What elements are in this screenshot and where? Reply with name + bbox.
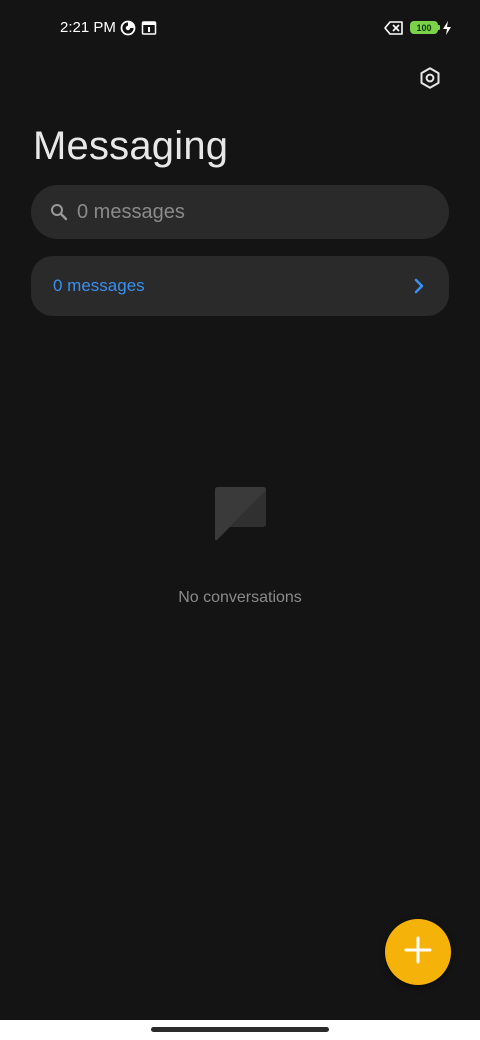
charging-icon: [442, 18, 452, 38]
page-title: Messaging: [33, 124, 229, 168]
chat-bubble-icon: [212, 484, 268, 543]
settings-icon: [418, 66, 442, 95]
messages-card-label: 0 messages: [53, 276, 145, 295]
plus-icon: [403, 935, 433, 970]
no-sim-icon: [384, 18, 404, 38]
chevron-right-icon: [409, 276, 429, 296]
home-indicator[interactable]: [151, 1027, 329, 1032]
empty-state-text: No conversations: [178, 589, 302, 606]
new-conversation-button[interactable]: [385, 919, 451, 985]
data-saver-icon: [120, 18, 136, 38]
search-input[interactable]: [77, 185, 427, 239]
status-bar: 2:21 PM 100: [0, 0, 480, 56]
battery-icon: 100: [410, 21, 438, 34]
settings-button[interactable]: [410, 60, 450, 100]
calendar-icon: [141, 18, 157, 38]
battery-tip: [438, 25, 440, 30]
navigation-bar: [0, 1020, 480, 1040]
status-time: 2:21 PM: [60, 19, 116, 36]
messages-card[interactable]: 0 messages: [31, 256, 449, 316]
search-icon: [49, 202, 69, 222]
empty-state: No conversations: [0, 480, 480, 620]
battery-level: 100: [416, 22, 432, 33]
search-bar[interactable]: [31, 185, 449, 239]
